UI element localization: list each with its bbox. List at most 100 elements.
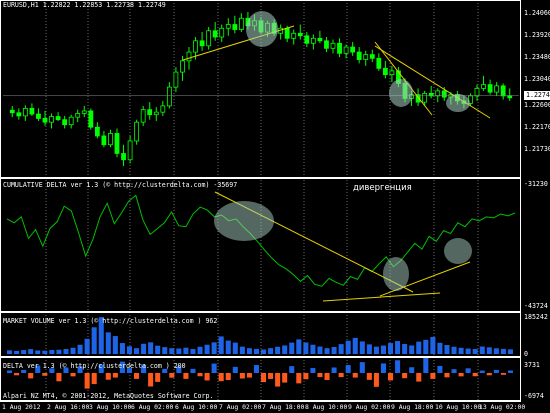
candle-body (350, 46, 356, 53)
candle-body (212, 30, 218, 38)
delta-bar-negative (388, 373, 394, 381)
delta-bar-negative (317, 373, 323, 378)
candle-body (94, 126, 100, 137)
divergence-ellipse (214, 201, 274, 241)
delta-bar-positive (21, 369, 27, 373)
chart-canvas[interactable] (0, 0, 550, 413)
delta-bar-negative (246, 373, 252, 378)
delta-bar-positive (451, 369, 457, 373)
candle-body (324, 40, 329, 49)
candle-body (500, 85, 506, 97)
volume-bar (437, 342, 443, 354)
delta-bar-negative (14, 373, 20, 376)
current-price-marker: 1.22749 (524, 91, 550, 100)
volume-bar (162, 347, 168, 354)
volume-bar (423, 339, 429, 354)
price-tick: 1.22170 (524, 123, 550, 131)
volume-bar (282, 345, 288, 354)
candle-body (291, 32, 297, 39)
candle-body (9, 109, 15, 114)
volume-bar (465, 348, 471, 354)
delta-bar-positive (380, 363, 386, 373)
delta-bar-negative (134, 373, 140, 379)
delta-bar-negative (373, 373, 379, 387)
volume-bar (402, 344, 408, 354)
volume-bar (359, 341, 365, 354)
price-tick: 1.22600 (524, 101, 550, 109)
candle-body (42, 118, 48, 123)
delta-bar-negative (366, 373, 372, 380)
candle-body (121, 153, 126, 161)
candle-body (474, 87, 480, 97)
candle-body (49, 116, 54, 123)
volume-bar (84, 338, 90, 354)
candle-body (356, 51, 362, 60)
candle-body (297, 32, 303, 37)
volume-bar (63, 349, 69, 354)
delta-bar-positive (289, 366, 295, 373)
candle-body (147, 109, 153, 116)
delta-bar-negative (239, 373, 245, 379)
delta-bar-negative (112, 373, 118, 378)
volume-bar (493, 348, 499, 354)
delta-panel-title: CUMULATIVE DELTA ver 1.3 (© http://clust… (3, 181, 238, 189)
delta-bar-positive (395, 360, 401, 373)
volume-bar (261, 349, 267, 354)
volume-bar (21, 350, 27, 354)
candle-body (62, 119, 68, 126)
volume-bar (366, 344, 372, 354)
candle-body (481, 84, 486, 89)
volume-bar (56, 349, 62, 354)
delta-bar-negative (218, 373, 224, 382)
candle-body (363, 54, 369, 60)
delta-bar-negative (282, 373, 288, 383)
volume-bar (331, 346, 337, 354)
volume-bar (148, 342, 154, 354)
volume-panel-title: MARKET VOLUME ver 1.3 (© http://clusterd… (3, 317, 218, 325)
divergence-ellipse (444, 238, 472, 264)
volume-bar (296, 339, 302, 354)
candle-body (337, 42, 342, 54)
delta-bar-negative (338, 373, 344, 378)
candle-body (487, 84, 493, 93)
volume-bar (119, 343, 125, 354)
volume-bar (134, 348, 140, 354)
volume-bar (211, 342, 217, 354)
delta-bar-negative (70, 373, 76, 377)
volume-bar (197, 346, 203, 354)
time-axis-label: 13 Aug 02:00 (479, 403, 526, 411)
volume-bar (49, 349, 55, 354)
time-axis-label: 2 Aug 16:00 (47, 403, 90, 411)
candle-body (36, 113, 41, 119)
candle-body (219, 27, 225, 38)
delta-bar-positive (211, 363, 217, 373)
delta-bar-negative (84, 373, 90, 389)
candle-body (186, 51, 192, 62)
delta-bar-negative (56, 373, 62, 382)
volume-bar (479, 346, 485, 354)
volume-bar (155, 345, 161, 354)
candle-body (317, 37, 323, 42)
delta-bar-negative (91, 373, 97, 385)
candle-body (435, 90, 441, 97)
candle-body (101, 135, 107, 146)
volume-bar (324, 348, 330, 354)
time-axis-label: 10 Aug 10:00 (435, 403, 482, 411)
volume-bar (77, 344, 83, 354)
delta-bar-negative (261, 373, 267, 383)
candle-body (108, 133, 113, 146)
delta-bar-positive (479, 370, 485, 373)
volume-bar (176, 348, 182, 354)
volume-bar (91, 327, 97, 354)
volume-bar (317, 346, 323, 354)
volume-bar (352, 337, 358, 354)
delta-volume-tick: -6974 (524, 392, 544, 400)
delta-bar-negative (268, 373, 274, 379)
candle-body (81, 110, 87, 114)
candle-body (160, 105, 166, 113)
price-tick: 1.23480 (524, 53, 550, 61)
delta-bar-negative (183, 373, 189, 379)
volume-bar (458, 347, 464, 354)
volume-bar (310, 344, 316, 354)
volume-bar (373, 346, 379, 354)
